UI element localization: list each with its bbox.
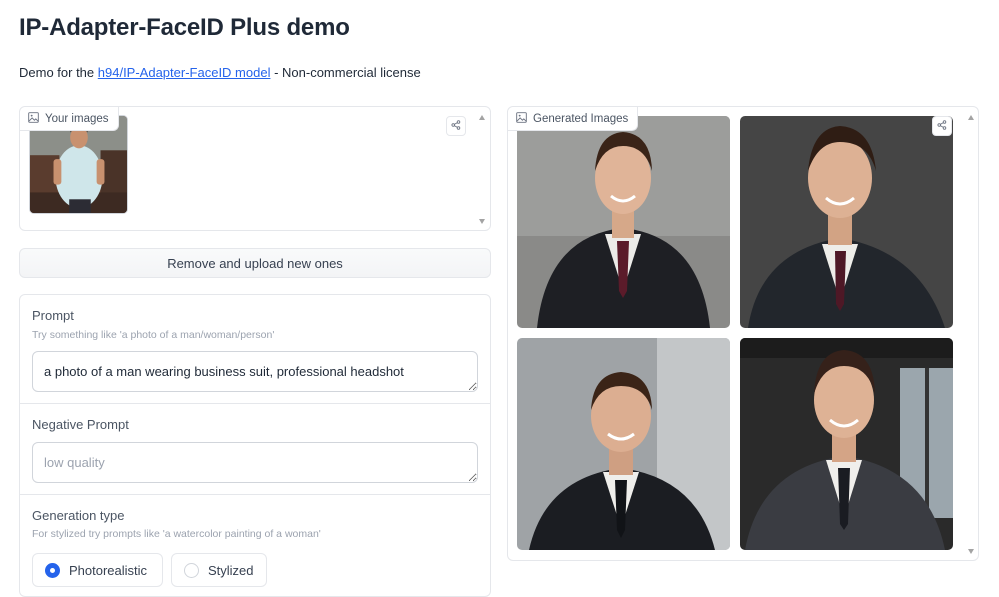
scroll-up-arrow[interactable]	[968, 115, 974, 120]
generated-image[interactable]	[740, 116, 953, 328]
scroll-up-arrow[interactable]	[479, 115, 485, 120]
generation-type-label: Generation type	[32, 508, 125, 523]
generated-images-label: Generated Images	[508, 107, 639, 131]
page-description: Demo for the h94/IP-Adapter-FaceID model…	[19, 65, 421, 80]
radio-unchecked-icon	[184, 562, 199, 578]
negative-prompt-input[interactable]	[32, 442, 478, 483]
radio-checked-icon	[45, 562, 60, 578]
page-title: IP-Adapter-FaceID Plus demo	[19, 14, 350, 41]
radio-stylized[interactable]: Stylized	[171, 553, 267, 587]
generated-images-gallery: Generated Images	[507, 106, 979, 561]
your-images-gallery: Your images	[19, 106, 491, 231]
share-button[interactable]	[446, 116, 466, 136]
prompt-info: Try something like 'a photo of a man/wom…	[32, 329, 275, 341]
prompt-input[interactable]	[32, 351, 478, 392]
share-icon	[937, 117, 947, 135]
generated-image[interactable]	[517, 116, 730, 328]
model-link[interactable]: h94/IP-Adapter-FaceID model	[98, 65, 271, 80]
scroll-down-arrow[interactable]	[968, 549, 974, 554]
scroll-down-arrow[interactable]	[479, 219, 485, 224]
prompt-block: Prompt Try something like 'a photo of a …	[20, 295, 490, 404]
share-button[interactable]	[932, 116, 952, 136]
image-icon	[516, 111, 527, 126]
remove-and-upload-button[interactable]: Remove and upload new ones	[19, 248, 491, 278]
negative-prompt-block: Negative Prompt	[20, 404, 490, 495]
prompt-label: Prompt	[32, 308, 74, 323]
image-icon	[28, 111, 39, 126]
prompt-form-panel: Prompt Try something like 'a photo of a …	[19, 294, 491, 597]
generated-image[interactable]	[740, 338, 953, 550]
generated-image[interactable]	[517, 338, 730, 550]
share-icon	[451, 117, 461, 135]
negative-prompt-label: Negative Prompt	[32, 417, 129, 432]
your-images-label: Your images	[20, 107, 119, 131]
radio-photorealistic[interactable]: Photorealistic	[32, 553, 163, 587]
generation-type-info: For stylized try prompts like 'a waterco…	[32, 528, 321, 540]
